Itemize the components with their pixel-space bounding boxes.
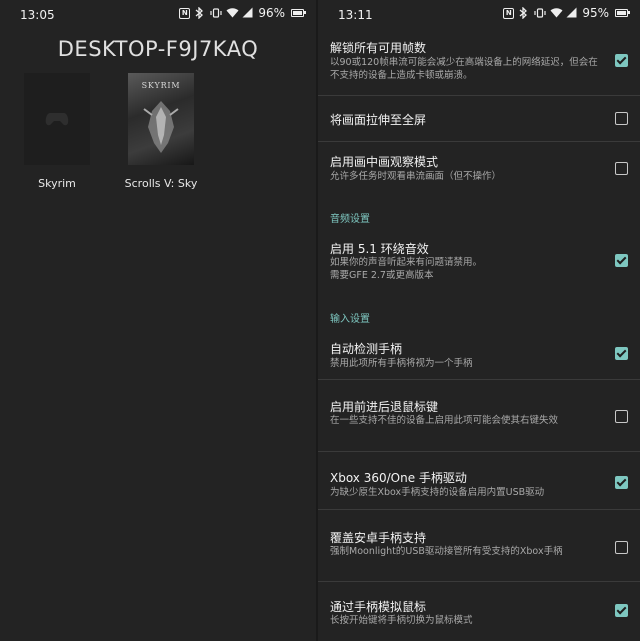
setting-title: Xbox 360/One 手柄驱动 — [330, 471, 467, 485]
setting-title: 覆盖安卓手柄支持 — [330, 531, 427, 545]
game-cover-art: SKYRIM — [128, 73, 194, 165]
section-header-input: 输入设置 — [330, 314, 370, 325]
setting-checkbox[interactable] — [615, 410, 628, 423]
setting-title: 通过手柄模拟鼠标 — [330, 600, 427, 614]
game-title: Skyrim — [38, 177, 76, 190]
setting-checkbox[interactable] — [615, 604, 628, 617]
setting-desc: 为缺少原生Xbox手柄支持的设备启用内置USB驱动 — [330, 487, 545, 498]
battery-level — [293, 11, 302, 15]
left-screen: 13:05 N 96% DESKTOP-F9J7KAQ Skyrim SKYRI… — [0, 0, 316, 641]
setting-title: 解锁所有可用帧数 — [330, 41, 427, 55]
setting-mouse-emulation[interactable]: 通过手柄模拟鼠标 长按开始键将手柄切换为鼠标模式 — [318, 582, 640, 641]
bluetooth-icon — [518, 7, 530, 19]
setting-checkbox[interactable] — [615, 162, 628, 175]
setting-checkbox[interactable] — [615, 347, 628, 360]
wifi-icon — [226, 7, 239, 19]
setting-checkbox[interactable] — [615, 112, 628, 125]
pc-name-title: DESKTOP-F9J7KAQ — [57, 37, 259, 61]
setting-desc: 在一些支持不佳的设备上启用此项可能会使其右键失效 — [330, 415, 559, 426]
setting-xbox-driver[interactable]: Xbox 360/One 手柄驱动 为缺少原生Xbox手柄支持的设备启用内置US… — [318, 452, 640, 510]
dragon-helmet-icon — [143, 101, 179, 153]
battery-percent: 95% — [582, 6, 609, 20]
nfc-icon: N — [503, 7, 515, 19]
setting-desc: 以90或120帧串流可能会减少在高端设备上的网络延迟，但会在不支持的设备上造成卡… — [330, 57, 598, 81]
setting-desc: 长按开始键将手柄切换为鼠标模式 — [330, 615, 473, 626]
setting-mouse-nav-buttons[interactable]: 启用前进后退鼠标键 在一些支持不佳的设备上启用此项可能会使其右键失效 — [318, 380, 640, 452]
vibrate-icon — [534, 7, 546, 19]
cover-logo-text: SKYRIM — [141, 81, 181, 90]
setting-override-android-controller[interactable]: 覆盖安卓手柄支持 强制Moonlight的USB驱动接管所有受支持的Xbox手柄 — [318, 510, 640, 582]
wifi-icon — [550, 7, 563, 19]
setting-surround-sound[interactable]: 启用 5.1 环绕音效 如果你的声音听起来有问题请禁用。 需要GFE 2.7或更… — [318, 230, 640, 292]
battery-icon — [291, 9, 306, 17]
setting-unlock-fps[interactable]: 解锁所有可用帧数 以90或120帧串流可能会减少在高端设备上的网络延迟，但会在不… — [318, 30, 640, 96]
bluetooth-icon — [194, 7, 206, 19]
battery-level — [617, 11, 626, 15]
nfc-icon: N — [179, 7, 191, 19]
game-tile-skyrim-special[interactable]: SKYRIM Scrolls V: Sky — [106, 73, 216, 190]
right-screen: 13:11 N 95% 解锁所有可用帧数 以90或120帧串流可能会减少在高端设… — [318, 0, 640, 641]
setting-checkbox[interactable] — [615, 541, 628, 554]
status-bar: 13:11 N 95% — [318, 0, 640, 30]
status-time: 13:05 — [20, 8, 55, 22]
signal-icon — [566, 7, 578, 19]
setting-auto-detect-controller[interactable]: 自动检测手柄 禁用此项所有手柄将视为一个手柄 — [318, 330, 640, 380]
setting-title: 将画面拉伸至全屏 — [330, 113, 427, 127]
status-bar: 13:05 N 96% — [0, 0, 316, 30]
section-header-audio: 音频设置 — [330, 214, 370, 225]
game-title: Scrolls V: Sky — [124, 177, 198, 190]
status-time: 13:11 — [338, 8, 373, 22]
setting-stretch-fullscreen[interactable]: 将画面拉伸至全屏 — [318, 96, 640, 142]
setting-title: 启用前进后退鼠标键 — [330, 400, 439, 414]
battery-icon — [615, 9, 630, 17]
gamepad-icon — [45, 113, 69, 126]
vibrate-icon — [210, 7, 222, 19]
setting-title: 启用 5.1 环绕音效 — [330, 242, 429, 256]
setting-checkbox[interactable] — [615, 54, 628, 67]
status-icons: N 95% — [503, 6, 630, 20]
game-tile-skyrim[interactable]: Skyrim — [2, 73, 112, 190]
setting-checkbox[interactable] — [615, 254, 628, 267]
setting-desc: 允许多任务时观看串流画面（但不操作） — [330, 171, 502, 182]
setting-desc: 强制Moonlight的USB驱动接管所有受支持的Xbox手柄 — [330, 546, 563, 557]
setting-desc: 如果你的声音听起来有问题请禁用。 需要GFE 2.7或更高版本 — [330, 257, 483, 281]
setting-desc: 禁用此项所有手柄将视为一个手柄 — [330, 358, 473, 369]
setting-pip-mode[interactable]: 启用画中画观察模式 允许多任务时观看串流画面（但不操作） — [318, 142, 640, 192]
battery-percent: 96% — [258, 6, 285, 20]
setting-title: 启用画中画观察模式 — [330, 155, 439, 169]
signal-icon — [242, 7, 254, 19]
status-icons: N 96% — [179, 6, 306, 20]
setting-checkbox[interactable] — [615, 476, 628, 489]
setting-title: 自动检测手柄 — [330, 342, 403, 356]
game-cover-placeholder — [24, 73, 90, 165]
